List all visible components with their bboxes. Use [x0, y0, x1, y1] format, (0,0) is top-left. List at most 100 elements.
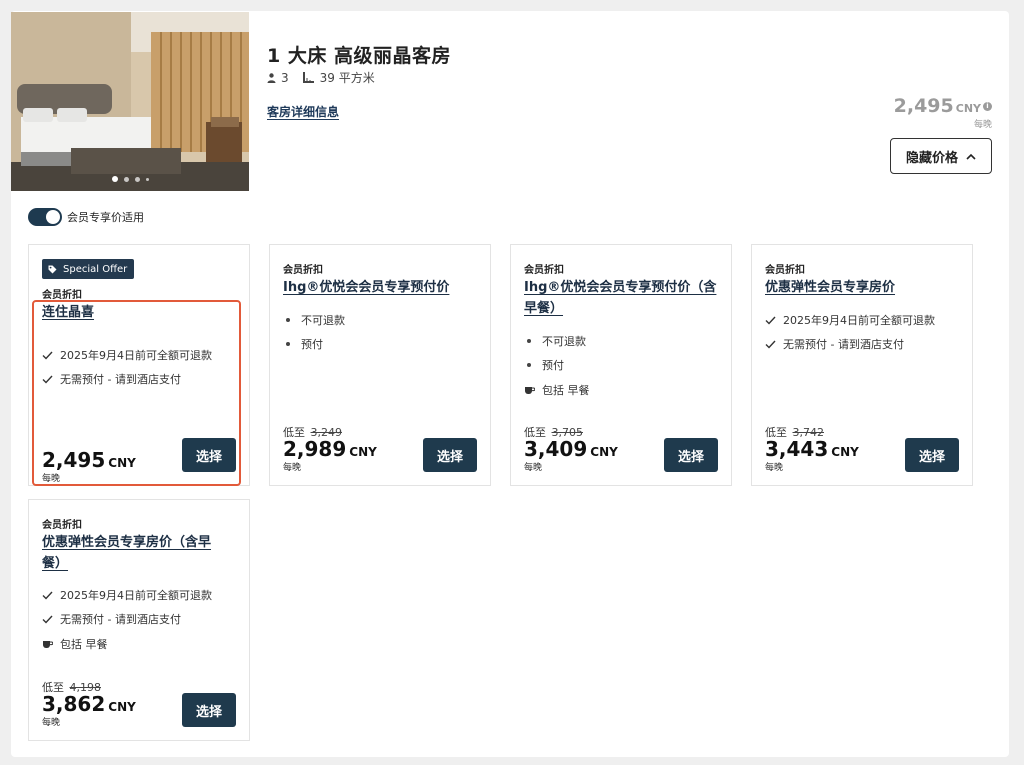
- room-photo-carousel[interactable]: [11, 12, 249, 191]
- bullet-icon: [286, 342, 290, 346]
- room-area: 39 平方米: [319, 71, 375, 85]
- rate-feature: 预付: [524, 357, 564, 373]
- bullet-icon: [527, 339, 531, 343]
- select-button[interactable]: 选择: [905, 438, 959, 472]
- feature-text: 包括 早餐: [542, 384, 590, 397]
- feature-text: 无需预付 - 请到酒店支付: [783, 338, 904, 351]
- carousel-dot[interactable]: [145, 177, 149, 181]
- summary-price: 2,495 CNY i 每晚: [894, 95, 992, 130]
- rate-feature: 预付: [283, 336, 323, 352]
- rate-feature: 无需预付 - 请到酒店支付: [42, 611, 181, 627]
- summary-price-amount: 2,495: [893, 95, 954, 117]
- price-amount: 3,443: [765, 437, 829, 461]
- price-amount: 3,862: [42, 692, 106, 716]
- rate-feature: 无需预付 - 请到酒店支付: [765, 336, 904, 352]
- room-title: 1 大床 高级丽晶客房: [267, 45, 451, 67]
- select-button[interactable]: 选择: [423, 438, 477, 472]
- rate-name-link[interactable]: Ihg®优悦会会员专享预付价（含 早餐）: [524, 277, 724, 319]
- coffee-cup-icon: [43, 641, 53, 648]
- feature-text: 无需预付 - 请到酒店支付: [60, 373, 181, 386]
- feature-text: 2025年9月4日前可全额可退款: [60, 349, 212, 362]
- rate-name-line: 餐）: [42, 556, 69, 571]
- ruler-icon: [302, 72, 314, 83]
- carousel-dot[interactable]: [111, 176, 118, 182]
- check-icon: [42, 351, 53, 360]
- rate-name-link[interactable]: 优惠弹性会员专享房价（含早 餐）: [42, 532, 242, 574]
- info-icon[interactable]: i: [983, 102, 992, 111]
- coffee-cup-icon: [525, 387, 535, 394]
- summary-per-night: 每晚: [973, 120, 992, 130]
- rate-card: 会员折扣 优惠弹性会员专享房价（含早 餐） 2025年9月4日前可全额可退款 无…: [28, 499, 250, 741]
- per-night: 每晚: [42, 718, 61, 728]
- rate-category: 会员折扣: [42, 520, 82, 531]
- bullet-icon: [527, 363, 531, 367]
- member-price-toggle[interactable]: [28, 208, 62, 226]
- rate-name-line: Ihg®优悦会会员专享预付价（含: [524, 280, 717, 295]
- rate-feature: 2025年9月4日前可全额可退款: [42, 587, 212, 603]
- rate-feature: 不可退款: [283, 312, 345, 328]
- carousel-dot[interactable]: [123, 176, 129, 182]
- rate-category: 会员折扣: [42, 290, 82, 301]
- hide-prices-button[interactable]: 隐藏价格: [890, 138, 992, 174]
- price-currency: CNY: [831, 445, 859, 459]
- badge-label: Special Offer: [63, 263, 128, 275]
- check-icon: [42, 591, 53, 600]
- bullet-icon: [286, 318, 290, 322]
- rate-name-line: 优惠弹性会员专享房价（含早: [42, 535, 212, 550]
- hide-prices-label: 隐藏价格: [905, 150, 958, 166]
- rate-feature: 不可退款: [524, 333, 586, 349]
- price-currency: CNY: [108, 456, 136, 470]
- feature-text: 不可退款: [301, 314, 345, 327]
- price-currency: CNY: [108, 700, 136, 714]
- rate-feature: 包括 早餐: [42, 636, 108, 652]
- check-icon: [42, 615, 53, 624]
- feature-text: 预付: [301, 338, 323, 351]
- room-details-link[interactable]: 客房详细信息: [267, 103, 339, 120]
- guest-count: 3: [281, 70, 289, 85]
- feature-text: 2025年9月4日前可全额可退款: [783, 314, 935, 327]
- rate-feature: 2025年9月4日前可全额可退款: [765, 312, 935, 328]
- check-icon: [765, 316, 776, 325]
- member-toggle-label: 会员专享价适用: [67, 211, 144, 224]
- summary-price-currency: CNY: [955, 102, 981, 115]
- room-meta: 3 39 平方米: [267, 69, 375, 86]
- rate-name-link[interactable]: 优惠弹性会员专享房价: [765, 277, 965, 298]
- rate-card: 会员折扣 Ihg®优悦会会员专享预付价（含 早餐） 不可退款 预付 包括 早餐 …: [510, 244, 732, 486]
- price-amount: 3,409: [524, 437, 588, 461]
- check-icon: [42, 375, 53, 384]
- room-photo: [11, 12, 249, 191]
- rate-price: 3,443 CNY: [765, 437, 859, 461]
- check-icon: [765, 340, 776, 349]
- per-night: 每晚: [283, 463, 302, 473]
- member-price-toggle-row: 会员专享价适用: [28, 208, 144, 226]
- per-night: 每晚: [765, 463, 784, 473]
- rate-name-link[interactable]: Ihg®优悦会会员专享预付价: [283, 277, 483, 298]
- rate-feature: 无需预付 - 请到酒店支付: [42, 371, 181, 387]
- select-button[interactable]: 选择: [182, 438, 236, 472]
- price-currency: CNY: [349, 445, 377, 459]
- rate-category: 会员折扣: [765, 265, 805, 276]
- price-currency: CNY: [590, 445, 618, 459]
- rate-price: 2,495 CNY: [42, 448, 136, 472]
- chevron-up-icon: [966, 153, 976, 160]
- price-amount: 2,495: [42, 448, 106, 472]
- rate-card: 会员折扣 Ihg®优悦会会员专享预付价 不可退款 预付 低至 3,249 2,9…: [269, 244, 491, 486]
- feature-text: 不可退款: [542, 335, 586, 348]
- rate-name-link[interactable]: 连住晶喜: [42, 302, 242, 323]
- rate-price: 2,989 CNY: [283, 437, 377, 461]
- rate-price: 3,862 CNY: [42, 692, 136, 716]
- room-panel: 1 大床 高级丽晶客房 3 39 平方米 客房详细信息 2,495 CNY i 每晚…: [11, 11, 1009, 757]
- carousel-dots: [11, 176, 249, 182]
- select-button[interactable]: 选择: [182, 693, 236, 727]
- carousel-dot[interactable]: [134, 176, 140, 182]
- feature-text: 无需预付 - 请到酒店支付: [60, 613, 181, 626]
- price-amount: 2,989: [283, 437, 347, 461]
- feature-text: 包括 早餐: [60, 638, 108, 651]
- select-button[interactable]: 选择: [664, 438, 718, 472]
- rate-feature: 包括 早餐: [524, 382, 590, 398]
- feature-text: 预付: [542, 359, 564, 372]
- tag-icon: [48, 265, 57, 273]
- rate-card: 会员折扣 优惠弹性会员专享房价 2025年9月4日前可全额可退款 无需预付 - …: [751, 244, 973, 486]
- rate-category: 会员折扣: [524, 265, 564, 276]
- rate-name-line: 早餐）: [524, 301, 564, 316]
